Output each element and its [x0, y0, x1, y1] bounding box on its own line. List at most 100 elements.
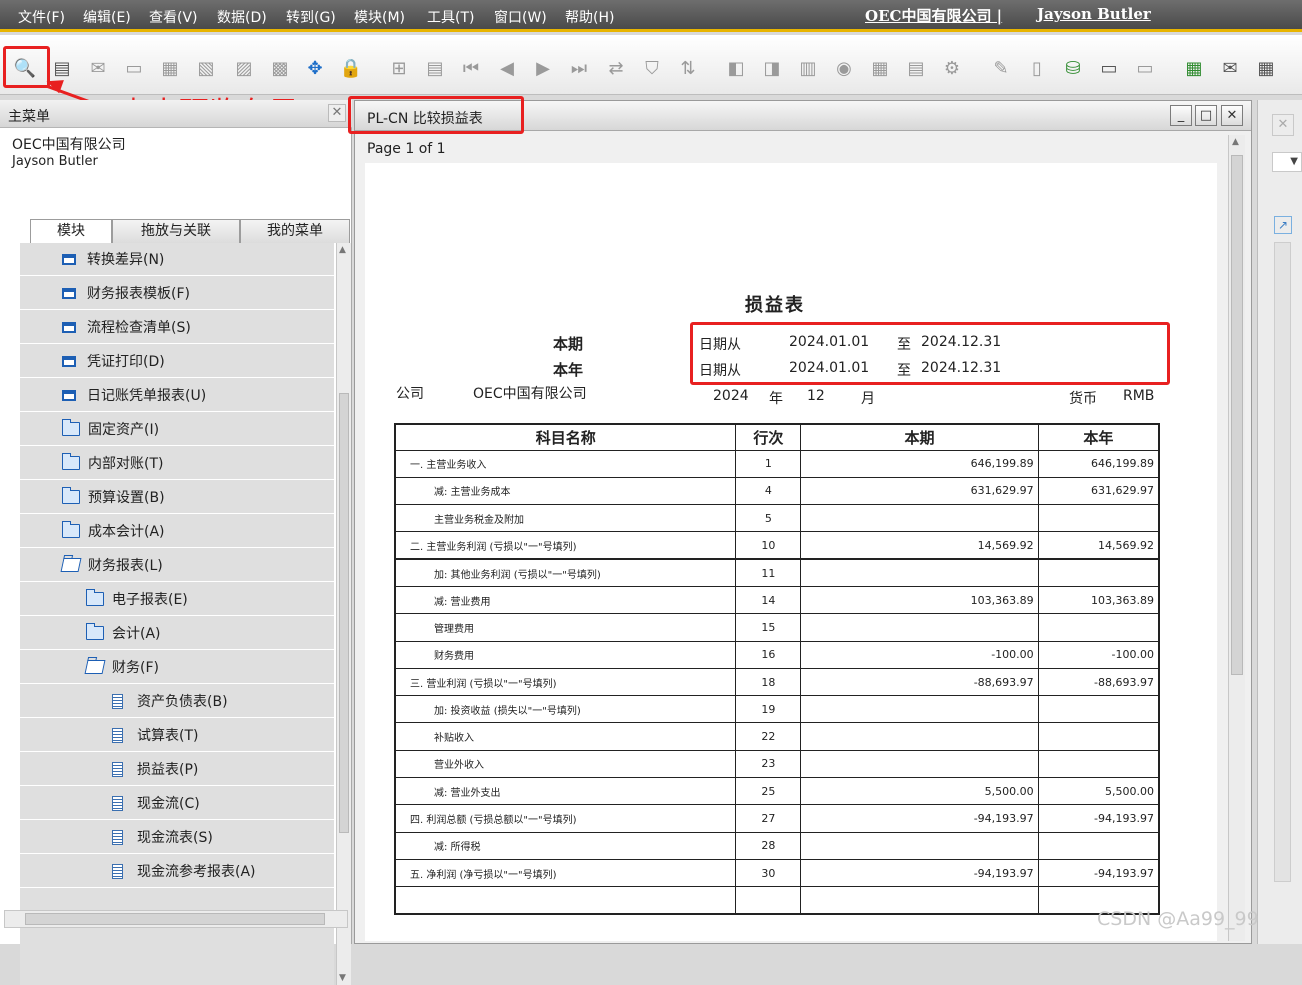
calendar-icon[interactable]: ▦ [1181, 55, 1207, 81]
mail-alert-icon[interactable]: ✉ [1217, 55, 1243, 81]
menu-modules[interactable]: 模块(M) [354, 7, 405, 27]
scroll-thumb[interactable] [339, 393, 349, 833]
export-word-icon[interactable]: ▨ [231, 55, 257, 81]
tree-item-balance-sheet[interactable]: 资产负债表(B) [20, 685, 334, 718]
minimize-icon[interactable]: _ [1170, 105, 1192, 126]
tree-vertical-scrollbar[interactable]: ▲ ▼ [336, 243, 351, 985]
tree-item-financial-reports[interactable]: 财务报表(L) [20, 549, 334, 582]
edit-layout-icon[interactable]: ✎ [988, 55, 1014, 81]
find-icon[interactable]: ⊞ [386, 55, 412, 81]
database-icon[interactable]: ⛁ [1060, 55, 1086, 81]
target-document-icon[interactable]: ◨ [759, 55, 785, 81]
dropdown-arrow-icon[interactable]: ▼ [1272, 152, 1302, 172]
first-record-icon[interactable]: ⏮ [458, 55, 484, 81]
company-name[interactable]: OEC中国有限公司 | [865, 5, 1002, 26]
highlight-date-range [690, 322, 1170, 385]
refresh-icon[interactable]: ⇄ [603, 55, 629, 81]
tree-item-budget-setup[interactable]: 预算设置(B) [20, 481, 334, 514]
tree-item-label: 日记账凭单报表(U) [87, 388, 207, 404]
menu-help[interactable]: 帮助(H) [565, 7, 614, 27]
email-icon[interactable]: ✉ [85, 55, 111, 81]
add-icon[interactable]: ▤ [422, 55, 448, 81]
tree-item-internal-reconciliation[interactable]: 内部对账(T) [20, 447, 334, 480]
document-settings-icon[interactable]: ▯ [1024, 55, 1050, 81]
lock-icon[interactable]: 🔒 [338, 55, 364, 81]
payment-icon[interactable]: ▤ [903, 55, 929, 81]
tree-item-finance[interactable]: 财务(F) [20, 651, 334, 684]
tree-item-voucher-print[interactable]: 凭证打印(D) [20, 345, 334, 378]
menu-goto[interactable]: 转到(G) [286, 7, 336, 27]
tree-item-cash-flow-reference[interactable]: 现金流参考报表(A) [20, 855, 334, 888]
tree-item-label: 凭证打印(D) [87, 354, 165, 370]
menu-tools[interactable]: 工具(T) [427, 7, 474, 27]
calculator-icon[interactable]: ▦ [1253, 55, 1279, 81]
link-arrow-icon[interactable]: ↗ [1274, 216, 1292, 234]
tree-item-profit-and-loss[interactable]: 损益表(P) [20, 753, 334, 786]
period-amount-cell: 631,629.97 [800, 476, 1039, 506]
tree-item-label: 试算表(T) [137, 728, 199, 744]
tab-my-menu[interactable]: 我的菜单 [240, 219, 350, 243]
window-icon [62, 321, 76, 333]
menu-edit[interactable]: 编辑(E) [83, 7, 131, 27]
panel-horizontal-scrollbar[interactable] [4, 910, 348, 928]
previous-record-icon[interactable]: ◀ [494, 55, 520, 81]
gross-profit-icon[interactable]: ▥ [795, 55, 821, 81]
alert-icon[interactable]: ▭ [1132, 55, 1158, 81]
tree-item-cash-flow-statement[interactable]: 现金流表(S) [20, 821, 334, 854]
menu-data[interactable]: 数据(D) [217, 7, 267, 27]
launch-icon[interactable]: ✥ [302, 55, 328, 81]
month-unit: 月 [861, 391, 875, 407]
main-menu-header: 主菜单 ✕ [0, 100, 352, 128]
close-icon[interactable]: ✕ [1272, 114, 1294, 136]
preview-vertical-scrollbar[interactable]: ▲ [1228, 135, 1245, 941]
scroll-thumb[interactable] [1231, 155, 1243, 675]
base-document-icon[interactable]: ◧ [723, 55, 749, 81]
menu-view[interactable]: 查看(V) [149, 7, 198, 27]
user-name[interactable]: Jayson Butler [1037, 5, 1151, 23]
tree-item-fs-templates[interactable]: 财务报表模板(F) [20, 277, 334, 310]
line-number-cell: 1 [735, 449, 802, 478]
fax-icon[interactable]: ▦ [157, 55, 183, 81]
currency-icon[interactable]: ◉ [831, 55, 857, 81]
close-window-icon[interactable]: ✕ [1221, 105, 1243, 126]
year-amount-cell: -100.00 [1037, 640, 1160, 669]
year-amount-cell [1037, 722, 1160, 751]
tree-item-label: 固定资产(I) [88, 422, 160, 438]
menu-file[interactable]: 文件(F) [18, 7, 65, 27]
sort-icon[interactable]: ⇅ [675, 55, 701, 81]
tree-item-cost-accounting[interactable]: 成本会计(A) [20, 515, 334, 548]
folder-open-icon [84, 660, 106, 674]
year-amount-cell: 646,199.89 [1037, 449, 1160, 478]
folder-open-icon [60, 558, 82, 572]
tree-item-fixed-assets[interactable]: 固定资产(I) [20, 413, 334, 446]
scroll-up-icon[interactable]: ▲ [1232, 137, 1239, 147]
send-icon[interactable]: ▭ [121, 55, 147, 81]
export-excel-icon[interactable]: ▧ [193, 55, 219, 81]
tree-item-trial-balance[interactable]: 试算表(T) [20, 719, 334, 752]
tree-item-exchange-differences[interactable]: 转换差异(N) [20, 243, 334, 276]
last-record-icon[interactable]: ⏭ [566, 55, 592, 81]
menu-window[interactable]: 窗口(W) [494, 7, 547, 27]
tree-item-journal-voucher-report[interactable]: 日记账凭单报表(U) [20, 379, 334, 412]
account-name-cell: 补贴收入 [394, 722, 737, 751]
export-pdf-icon[interactable]: ▩ [267, 55, 293, 81]
scroll-thumb[interactable] [25, 913, 325, 925]
maximize-icon[interactable]: □ [1195, 105, 1217, 126]
background-scrollbar[interactable] [1274, 242, 1291, 882]
scroll-down-icon[interactable]: ▼ [339, 973, 346, 983]
next-record-icon[interactable]: ▶ [530, 55, 556, 81]
settings-icon[interactable]: ⚙ [939, 55, 965, 81]
tree-item-accounting[interactable]: 会计(A) [20, 617, 334, 650]
journal-icon[interactable]: ▦ [867, 55, 893, 81]
scroll-up-icon[interactable]: ▲ [339, 245, 346, 255]
filter-icon[interactable]: ⛉ [639, 55, 665, 81]
message-icon[interactable]: ▭ [1096, 55, 1122, 81]
tree-item-cash-flow[interactable]: 现金流(C) [20, 787, 334, 820]
close-icon[interactable]: ✕ [328, 104, 346, 122]
tree-item-process-checklist[interactable]: 流程检查清单(S) [20, 311, 334, 344]
tree-item-e-reports[interactable]: 电子报表(E) [20, 583, 334, 616]
tab-modules[interactable]: 模块 [30, 219, 112, 243]
table-row: 五. 净利润 (净亏损以"一"号填列) 30 -94,193.97 -94,193.9… [394, 858, 1160, 888]
tab-drag-relate[interactable]: 拖放与关联 [112, 219, 240, 243]
tree-item-label: 内部对账(T) [88, 456, 164, 472]
